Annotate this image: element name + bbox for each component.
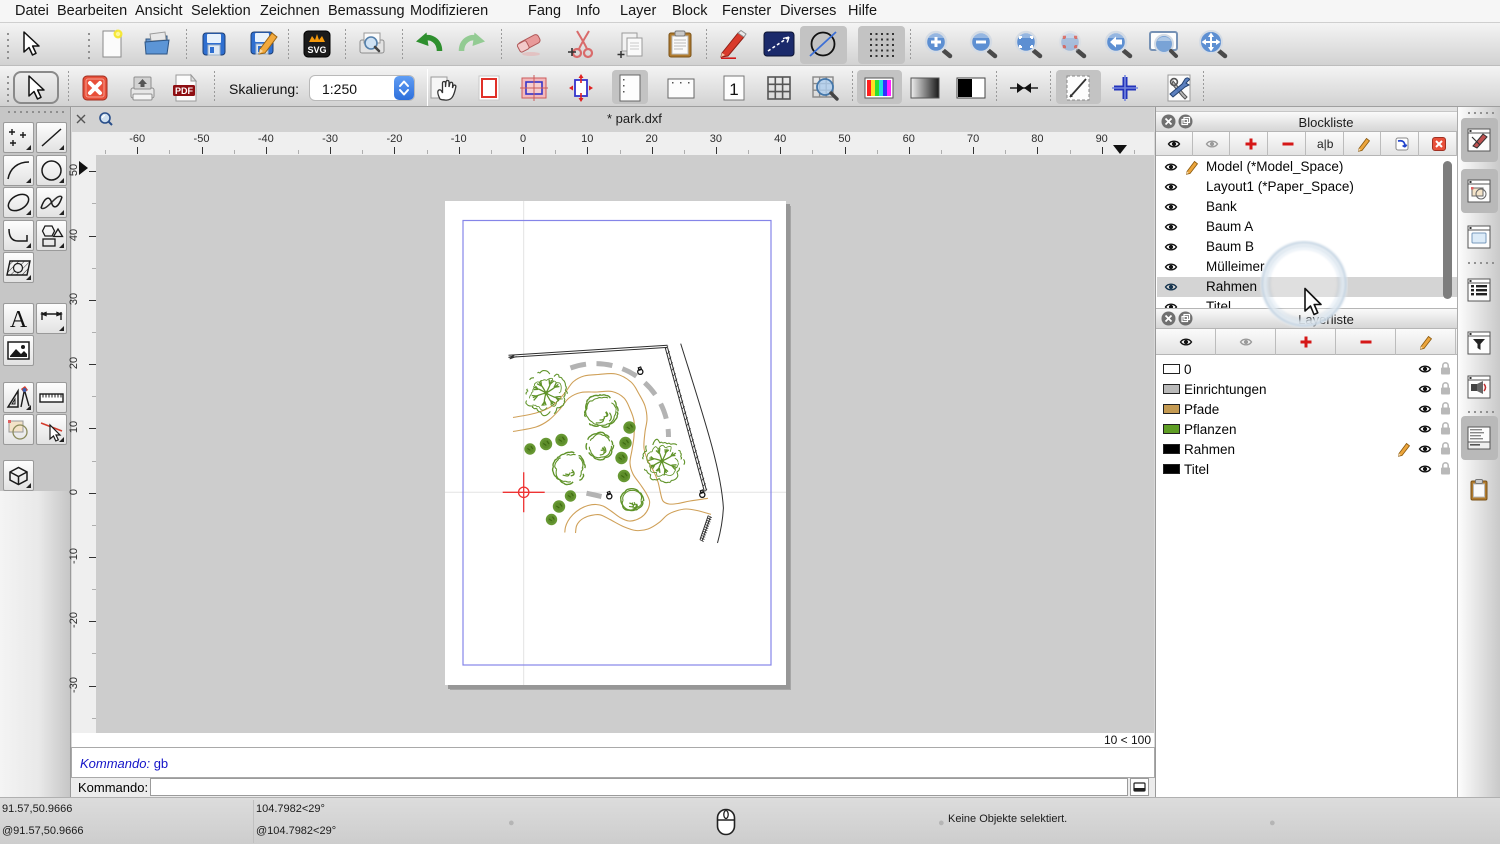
svg-text:PDF: PDF	[175, 86, 194, 96]
svg-text:A: A	[10, 307, 28, 333]
svg-text:1: 1	[729, 80, 738, 99]
svg-text:SVG: SVG	[307, 45, 326, 55]
